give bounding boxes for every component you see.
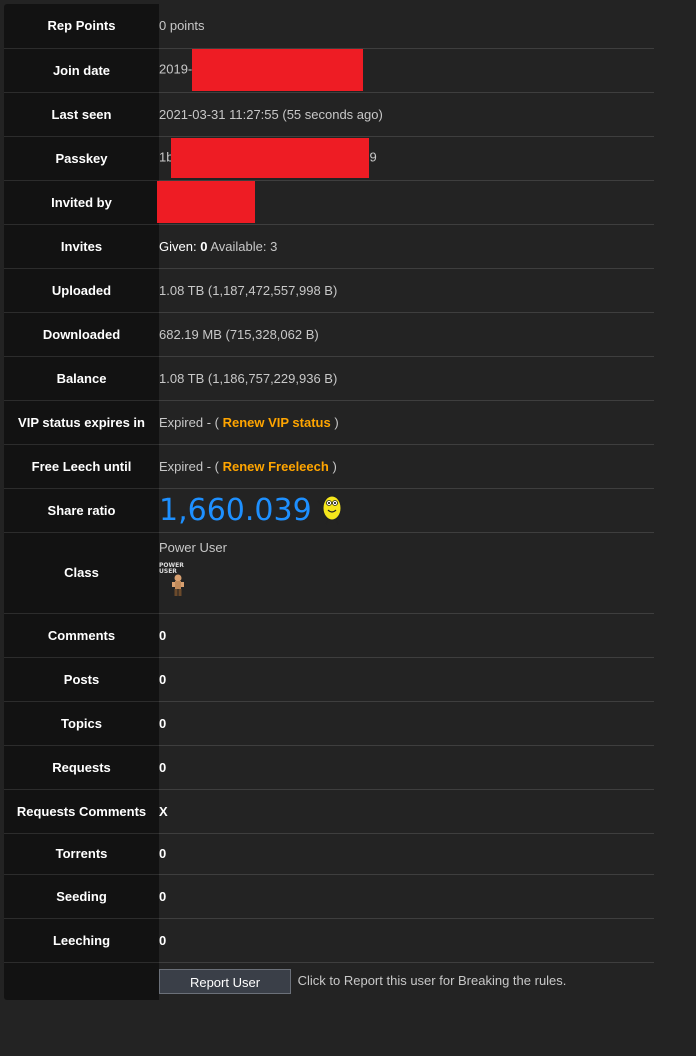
value-invites: Given: 0 Available: 3 — [159, 224, 654, 269]
report-help-text: Click to Report this user for Breaking t… — [297, 972, 567, 988]
value-class: Power User POWER USER — [159, 532, 654, 614]
invites-given-value: 0 — [200, 238, 208, 254]
value-last-seen: 2021-03-31 11:27:55 (55 seconds ago) — [159, 92, 654, 137]
row-free-leech: Free Leech until Expired - ( Renew Freel… — [4, 444, 654, 489]
vip-close-paren: ) — [334, 414, 339, 430]
row-passkey: Passkey 1b 9 — [4, 136, 654, 181]
power-user-figure-icon — [172, 574, 184, 596]
value-passkey: 1b 9 — [159, 136, 654, 181]
seeding-count: 0 — [159, 888, 167, 904]
label-class: Class — [4, 532, 159, 614]
invites-given-label: Given: — [159, 238, 197, 254]
row-posts: Posts 0 — [4, 657, 654, 702]
label-requests-comments: Requests Comments — [4, 789, 159, 834]
topics-count: 0 — [159, 715, 167, 731]
passkey-suffix: 9 — [369, 149, 377, 165]
value-seeding: 0 — [159, 874, 654, 919]
join-date-text: 2019- — [159, 61, 193, 77]
renew-freeleech-link[interactable]: Renew Freeleech — [223, 459, 329, 474]
row-join-date: Join date 2019- — [4, 48, 654, 93]
value-vip-status: Expired - ( Renew VIP status ) — [159, 400, 654, 445]
row-topics: Topics 0 — [4, 701, 654, 746]
invites-available-value: 3 — [270, 238, 278, 254]
leeching-count: 0 — [159, 932, 167, 948]
row-invited-by: Invited by — [4, 180, 654, 225]
value-leeching: 0 — [159, 918, 654, 963]
row-balance: Balance 1.08 TB (1,186,757,229,936 B) — [4, 356, 654, 401]
comments-count: 0 — [159, 627, 167, 643]
requests-comments-value: X — [159, 803, 168, 819]
report-user-button[interactable]: Report User — [159, 968, 291, 994]
row-invites: Invites Given: 0 Available: 3 — [4, 224, 654, 269]
label-last-seen: Last seen — [4, 92, 159, 137]
value-topics: 0 — [159, 701, 654, 746]
row-last-seen: Last seen 2021-03-31 11:27:55 (55 second… — [4, 92, 654, 137]
value-downloaded: 682.19 MB (715,328,062 B) — [159, 312, 654, 357]
row-class: Class Power User POWER USER — [4, 532, 654, 614]
torrents-count: 0 — [159, 846, 167, 861]
invites-available-label: Available: — [210, 238, 267, 254]
freeleech-expired-text: Expired - ( — [159, 458, 219, 474]
label-rep-points: Rep Points — [4, 4, 159, 49]
user-details-table: Rep Points 0 points Join date 2019- Last… — [4, 4, 654, 1000]
happy-smiley-icon — [317, 495, 347, 525]
row-vip-status: VIP status expires in Expired - ( Renew … — [4, 400, 654, 445]
label-invites: Invites — [4, 224, 159, 269]
value-comments: 0 — [159, 613, 654, 658]
label-uploaded: Uploaded — [4, 268, 159, 313]
posts-count: 0 — [159, 671, 167, 687]
value-free-leech: Expired - ( Renew Freeleech ) — [159, 444, 654, 489]
label-share-ratio: Share ratio — [4, 488, 159, 533]
profile-page: Rep Points 0 points Join date 2019- Last… — [0, 0, 696, 1056]
label-balance: Balance — [4, 356, 159, 401]
value-invited-by — [157, 180, 654, 225]
redaction-block — [192, 49, 364, 91]
row-downloaded: Downloaded 682.19 MB (715,328,062 B) — [4, 312, 654, 357]
row-requests-comments: Requests Comments X — [4, 789, 654, 834]
row-share-ratio: Share ratio 1,660.039 — [4, 488, 654, 533]
label-comments: Comments — [4, 613, 159, 658]
label-vip-status: VIP status expires in — [4, 400, 159, 445]
redaction-block — [171, 138, 370, 178]
value-rep-points: 0 points — [159, 4, 654, 49]
value-report: Report User Click to Report this user fo… — [159, 962, 654, 1000]
value-join-date: 2019- — [159, 48, 654, 93]
label-invited-by: Invited by — [4, 180, 159, 225]
label-downloaded: Downloaded — [4, 312, 159, 357]
freeleech-close-paren: ) — [332, 458, 337, 474]
share-ratio-number: 1,660.039 — [159, 492, 312, 528]
label-join-date: Join date — [4, 48, 159, 93]
row-torrents: Torrents 0 — [4, 833, 654, 875]
value-requests-comments: X — [159, 789, 654, 834]
label-requests: Requests — [4, 745, 159, 790]
row-seeding: Seeding 0 — [4, 874, 654, 919]
row-requests: Requests 0 — [4, 745, 654, 790]
renew-vip-link[interactable]: Renew VIP status — [223, 415, 331, 430]
label-leeching: Leeching — [4, 918, 159, 963]
label-free-leech: Free Leech until — [4, 444, 159, 489]
row-report: Report User Click to Report this user fo… — [4, 962, 654, 1000]
row-leeching: Leeching 0 — [4, 918, 654, 963]
redaction-block — [157, 181, 255, 223]
label-torrents: Torrents — [4, 833, 159, 875]
label-posts: Posts — [4, 657, 159, 702]
value-balance: 1.08 TB (1,186,757,229,936 B) — [159, 356, 654, 401]
row-uploaded: Uploaded 1.08 TB (1,187,472,557,998 B) — [4, 268, 654, 313]
label-report-empty — [4, 962, 159, 1000]
label-seeding: Seeding — [4, 874, 159, 919]
label-passkey: Passkey — [4, 136, 159, 181]
value-uploaded: 1.08 TB (1,187,472,557,998 B) — [159, 268, 654, 313]
value-torrents: 0 — [159, 833, 654, 875]
label-topics: Topics — [4, 701, 159, 746]
row-comments: Comments 0 — [4, 613, 654, 658]
requests-count: 0 — [159, 759, 167, 775]
value-posts: 0 — [159, 657, 654, 702]
row-rep-points: Rep Points 0 points — [4, 4, 654, 49]
value-requests: 0 — [159, 745, 654, 790]
vip-expired-text: Expired - ( — [159, 414, 219, 430]
value-share-ratio: 1,660.039 — [159, 488, 654, 533]
power-user-badge-icon: POWER USER — [159, 562, 199, 599]
class-name: Power User — [159, 539, 227, 555]
